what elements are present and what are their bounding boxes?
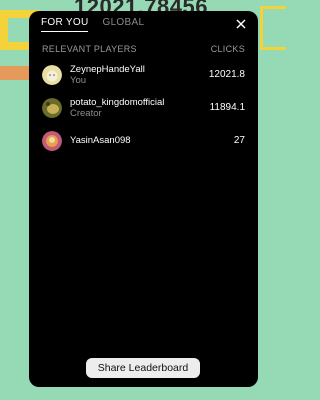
player-subtitle: You bbox=[70, 74, 87, 86]
player-name: ZeynepHandeYall bbox=[70, 63, 145, 75]
leaderboard-panel: FOR YOU GLOBAL RELEVANT PLAYERS CLICKS Z… bbox=[29, 11, 258, 387]
tab-bar: FOR YOU GLOBAL bbox=[41, 17, 144, 32]
player-row[interactable]: ZeynepHandeYall You 12021.8 bbox=[42, 61, 245, 88]
players-column-header: RELEVANT PLAYERS bbox=[42, 44, 137, 54]
player-clicks: 11894.1 bbox=[209, 102, 245, 113]
player-row[interactable]: YasinAsan098 27 bbox=[42, 127, 245, 154]
background-decoration bbox=[260, 6, 286, 50]
player-clicks: 27 bbox=[233, 135, 245, 146]
avatar bbox=[42, 130, 62, 151]
tab-global[interactable]: GLOBAL bbox=[102, 17, 144, 32]
avatar bbox=[42, 97, 62, 118]
tab-for-you[interactable]: FOR YOU bbox=[41, 17, 89, 32]
player-name: YasinAsan098 bbox=[70, 135, 131, 146]
player-name: potato_kingdomofficial bbox=[70, 96, 165, 108]
player-info: ZeynepHandeYall You bbox=[70, 64, 209, 86]
player-row[interactable]: potato_kingdomofficial Creator 11894.1 bbox=[42, 94, 245, 121]
avatar bbox=[42, 64, 62, 85]
player-subtitle: Creator bbox=[70, 107, 102, 119]
player-clicks: 12021.8 bbox=[208, 69, 245, 80]
table-header: RELEVANT PLAYERS CLICKS bbox=[42, 44, 245, 54]
player-list: ZeynepHandeYall You 12021.8 potato_kingd… bbox=[42, 61, 245, 160]
player-info: YasinAsan098 bbox=[70, 135, 234, 146]
close-icon[interactable] bbox=[234, 17, 248, 31]
clicks-column-header: CLICKS bbox=[210, 44, 245, 54]
player-info: potato_kingdomofficial Creator bbox=[70, 97, 210, 119]
share-leaderboard-button[interactable]: Share Leaderboard bbox=[86, 358, 200, 378]
